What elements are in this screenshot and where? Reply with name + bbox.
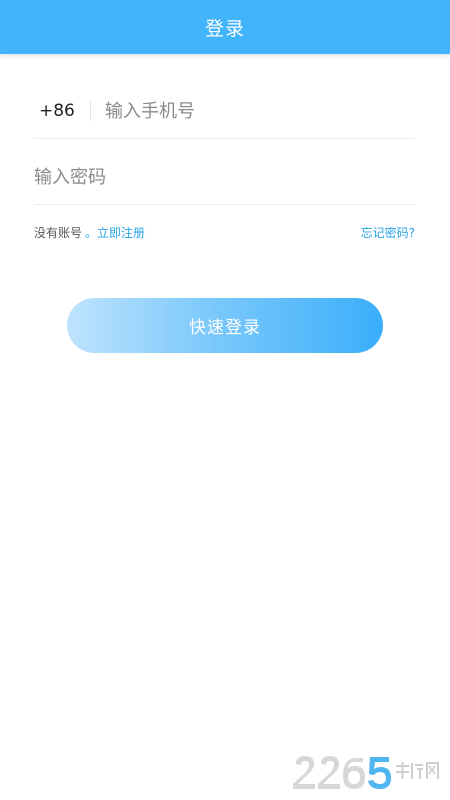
country-code-selector[interactable]: +86: [34, 101, 90, 121]
quick-login-button[interactable]: 快速登录: [67, 298, 383, 353]
login-page: 登录 +86 没有账号。立即注册 忘记密码? 快速登录: [0, 0, 450, 800]
brand-watermark-logo: [293, 756, 439, 789]
forgot-password-link[interactable]: 忘记密码?: [361, 224, 415, 241]
register-link[interactable]: 。立即注册: [85, 226, 145, 240]
phone-input[interactable]: [105, 91, 365, 131]
field-divider: [90, 101, 91, 121]
page-title: 登录: [204, 17, 245, 40]
password-input[interactable]: [34, 157, 404, 197]
no-account-text: 没有账号: [34, 225, 83, 240]
password-field-row: [34, 150, 415, 205]
phone-field-row: +86: [34, 84, 415, 139]
account-links: 没有账号 。立即注册 忘记密码?: [34, 221, 415, 243]
watermark-logo-art: [293, 756, 439, 789]
app-header: 登录: [0, 0, 450, 54]
register-prompt: 没有账号 。立即注册: [34, 224, 145, 241]
